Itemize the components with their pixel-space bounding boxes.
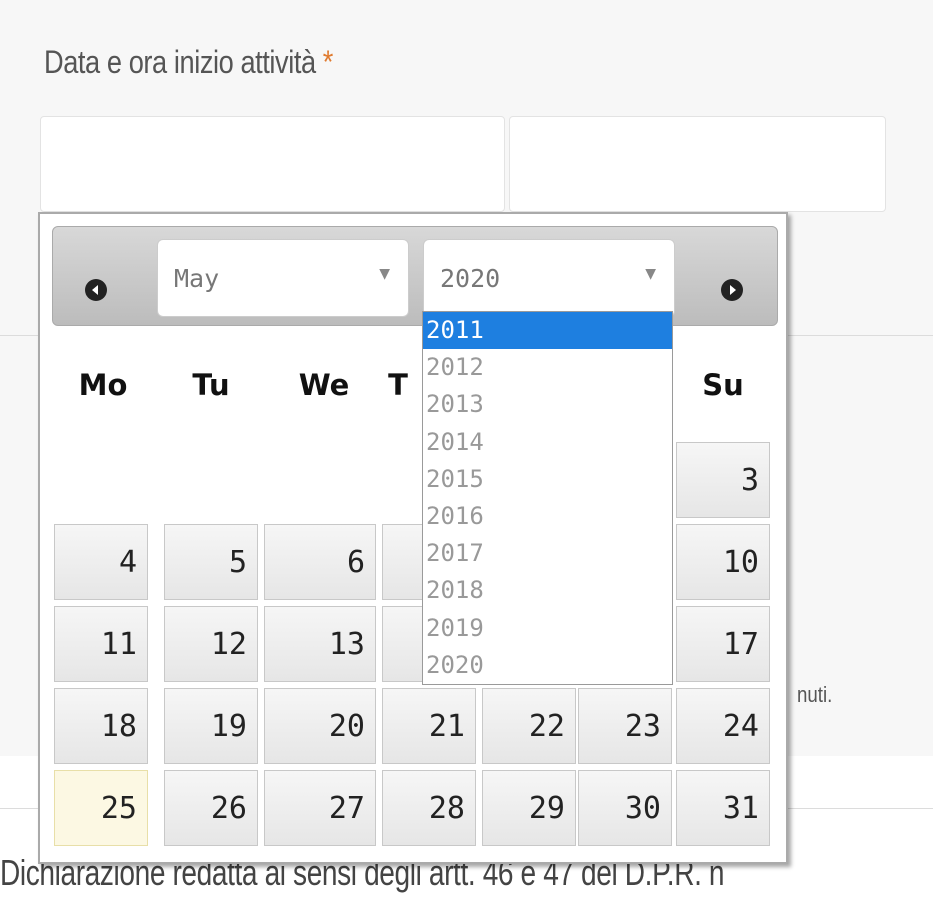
day-cell[interactable]: 24 <box>676 688 770 764</box>
year-option[interactable]: 2012 <box>423 349 672 386</box>
year-select-value: 2020 <box>440 264 501 293</box>
day-cell[interactable]: 27 <box>264 770 376 846</box>
month-select[interactable]: May ▼ <box>157 239 409 317</box>
day-cell[interactable]: 26 <box>164 770 258 846</box>
day-cell[interactable]: 21 <box>382 688 476 764</box>
day-cell[interactable]: 22 <box>482 688 576 764</box>
field-label-text: Data e ora inizio attività <box>44 44 316 80</box>
arrow-left-circle-icon <box>92 285 98 295</box>
weekday-header: We <box>298 368 350 402</box>
year-option[interactable]: 2020 <box>423 647 672 684</box>
day-cell[interactable]: 20 <box>264 688 376 764</box>
year-option[interactable]: 2014 <box>423 424 672 461</box>
year-option[interactable]: 2017 <box>423 535 672 572</box>
weekday-header: T <box>388 368 408 402</box>
field-label-start-datetime: Data e ora inizio attività * <box>44 44 333 81</box>
day-cell-today[interactable]: 25 <box>54 770 148 846</box>
day-cell[interactable]: 19 <box>164 688 258 764</box>
year-option[interactable]: 2015 <box>423 461 672 498</box>
datepicker-popup: May ▼ 2020 ▼ Mo Tu We T Su 3 4 5 6 10 11… <box>38 212 788 864</box>
day-cell[interactable]: 3 <box>676 442 770 518</box>
year-select[interactable]: 2020 ▼ <box>423 239 675 317</box>
day-cell[interactable]: 31 <box>676 770 770 846</box>
day-cell[interactable]: 28 <box>382 770 476 846</box>
year-option[interactable]: 2018 <box>423 572 672 609</box>
prev-month-button[interactable] <box>85 279 107 301</box>
chevron-down-icon: ▼ <box>645 266 656 282</box>
time-input[interactable] <box>509 116 886 212</box>
weekday-header: Mo <box>78 368 128 402</box>
day-cell[interactable]: 11 <box>54 606 148 682</box>
day-cell[interactable]: 5 <box>164 524 258 600</box>
year-option[interactable]: 2011 <box>423 312 672 350</box>
month-select-value: May <box>174 264 220 293</box>
year-option[interactable]: 2016 <box>423 498 672 535</box>
arrow-right-circle-icon <box>730 285 736 295</box>
weekday-header: Tu <box>192 368 230 402</box>
year-dropdown-list: 2011 2012 2013 2014 2015 2016 2017 2018 … <box>422 311 673 685</box>
required-asterisk: * <box>322 44 334 80</box>
date-input[interactable] <box>40 116 505 212</box>
next-month-button[interactable] <box>721 279 743 301</box>
day-cell[interactable]: 18 <box>54 688 148 764</box>
day-cell[interactable]: 6 <box>264 524 376 600</box>
weekday-header: Su <box>702 368 744 402</box>
day-cell[interactable]: 23 <box>578 688 672 764</box>
year-option[interactable]: 2019 <box>423 610 672 647</box>
day-cell[interactable]: 17 <box>676 606 770 682</box>
day-cell[interactable]: 13 <box>264 606 376 682</box>
day-cell[interactable]: 30 <box>578 770 672 846</box>
chevron-down-icon: ▼ <box>379 266 390 282</box>
day-cell[interactable]: 10 <box>676 524 770 600</box>
year-option[interactable]: 2013 <box>423 386 672 423</box>
footnote-text: nuti. <box>797 682 833 707</box>
day-cell[interactable]: 12 <box>164 606 258 682</box>
day-cell[interactable]: 29 <box>482 770 576 846</box>
day-cell[interactable]: 4 <box>54 524 148 600</box>
